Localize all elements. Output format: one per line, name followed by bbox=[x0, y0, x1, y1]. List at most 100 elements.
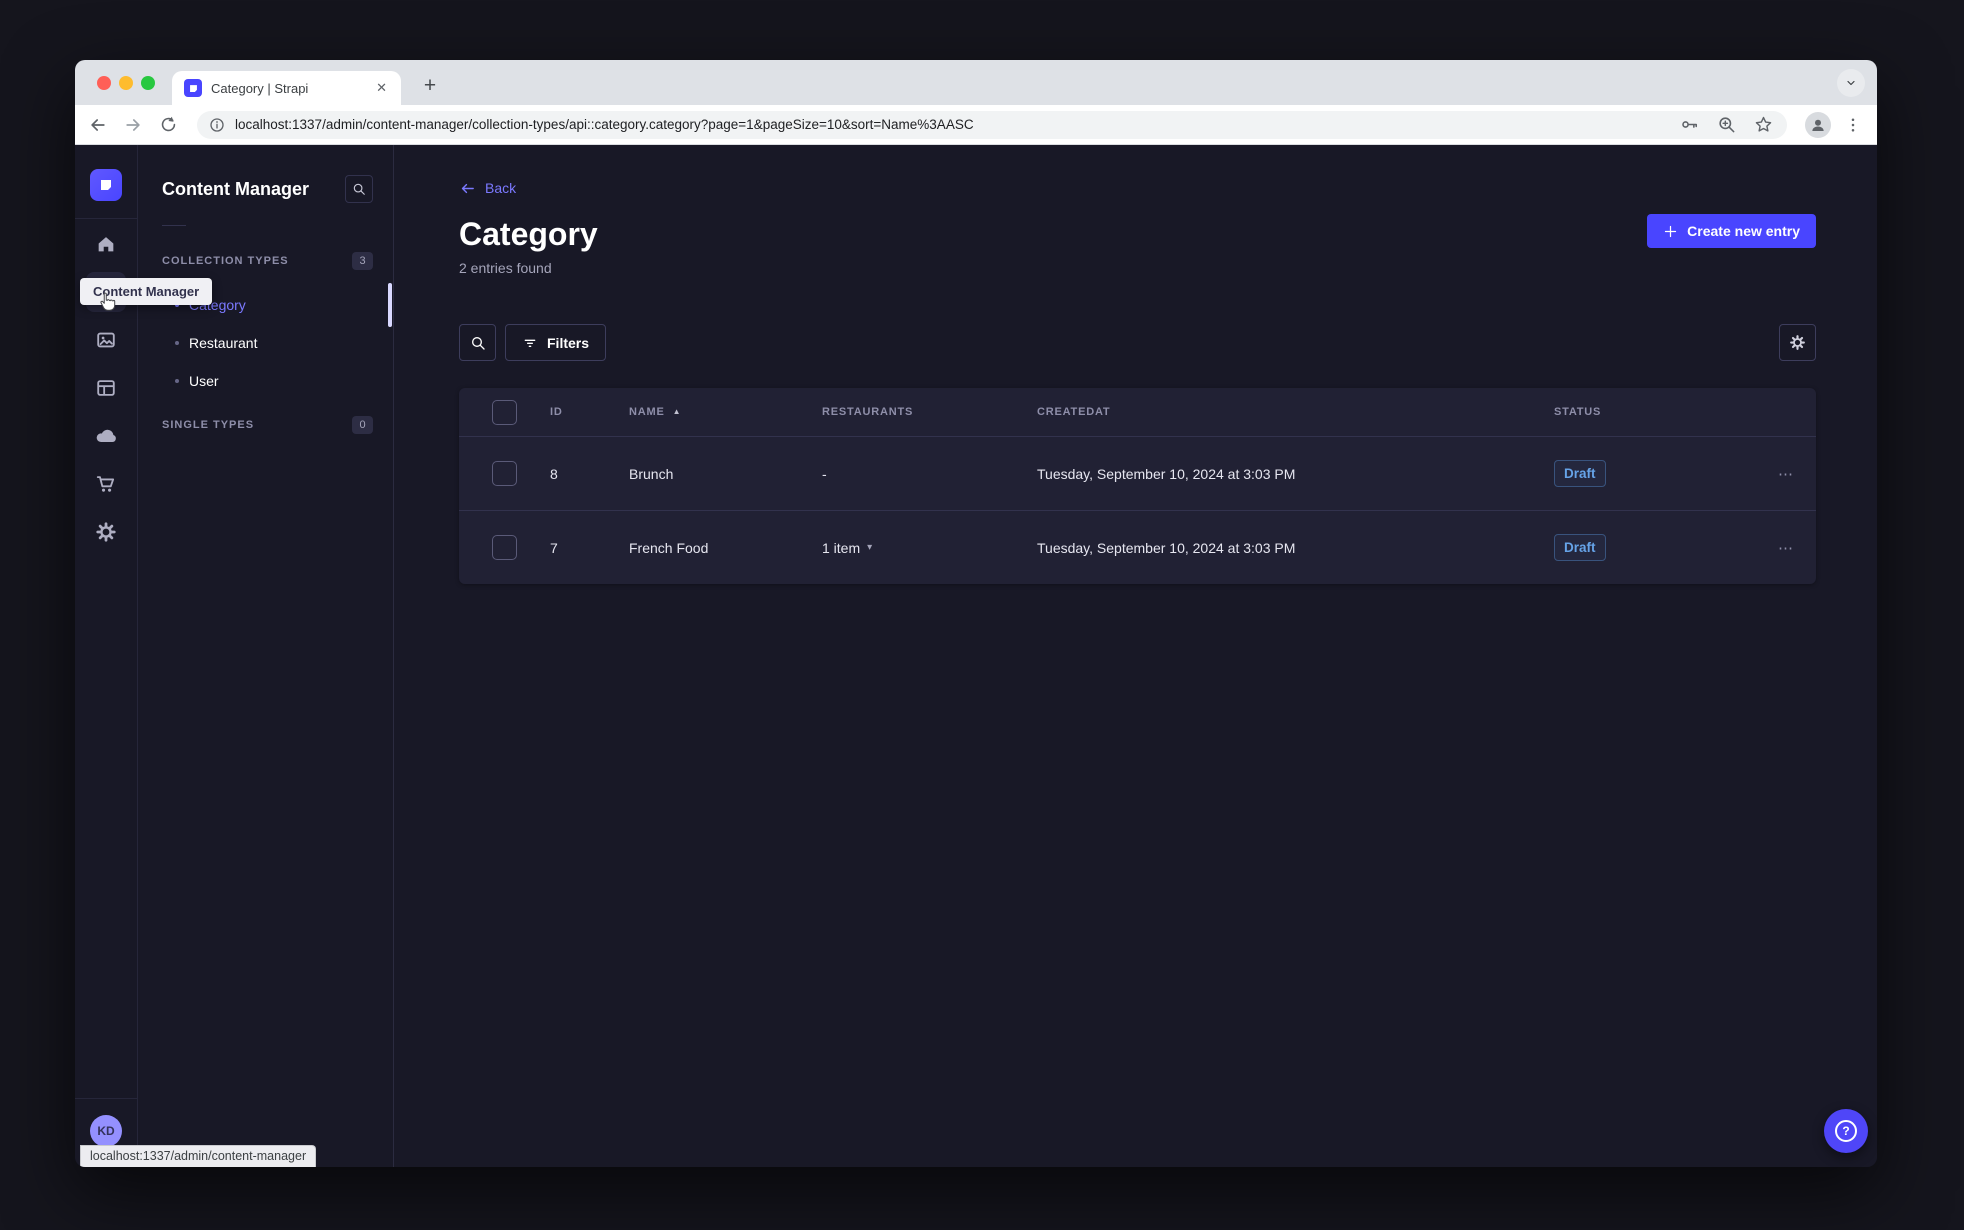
user-avatar[interactable]: KD bbox=[90, 1115, 122, 1147]
browser-tabstrip: Category | Strapi ✕ + bbox=[75, 60, 1877, 105]
browser-tab[interactable]: Category | Strapi ✕ bbox=[172, 71, 401, 105]
status-badge: Draft bbox=[1554, 460, 1606, 487]
sidebar-item-label: User bbox=[189, 373, 219, 389]
gear-icon bbox=[1790, 335, 1805, 350]
collection-types-label: COLLECTION TYPES bbox=[162, 255, 289, 267]
url-text: localhost:1337/admin/content-manager/col… bbox=[235, 117, 974, 132]
browser-forward-button[interactable] bbox=[121, 113, 145, 137]
browser-back-button[interactable] bbox=[86, 113, 110, 137]
nav-marketplace-icon[interactable] bbox=[93, 471, 119, 497]
cell-id: 7 bbox=[550, 539, 558, 556]
tab-search-button[interactable] bbox=[1837, 69, 1865, 97]
cell-name: French Food bbox=[629, 539, 709, 556]
header-id[interactable]: ID bbox=[550, 406, 629, 418]
nav-content-type-builder-icon[interactable] bbox=[93, 375, 119, 401]
tab-close-icon[interactable]: ✕ bbox=[372, 78, 391, 98]
chevron-down-icon bbox=[1847, 80, 1855, 86]
nav-settings-icon[interactable] bbox=[93, 519, 119, 545]
expand-relations-icon[interactable]: ▾ bbox=[867, 542, 872, 553]
strapi-app: KD Content Manager COLLECTION TYPES 3 Ca… bbox=[75, 145, 1877, 1167]
sidebar-item-label: Restaurant bbox=[189, 335, 258, 351]
window-minimize-button[interactable] bbox=[119, 76, 133, 90]
select-all-checkbox[interactable] bbox=[492, 399, 517, 425]
back-label: Back bbox=[485, 180, 517, 196]
strapi-favicon-icon bbox=[184, 79, 202, 97]
sidebar-divider bbox=[162, 225, 186, 226]
search-icon bbox=[471, 336, 485, 350]
table-row[interactable]: 8 Brunch - Tuesday, September 10, 2024 a… bbox=[459, 436, 1816, 510]
passwords-key-icon[interactable] bbox=[1680, 115, 1699, 134]
table-header-row: ID NAME ▲ RESTAURANTS CREATEDAT STATUS bbox=[459, 388, 1816, 436]
header-createdat[interactable]: CREATEDAT bbox=[1037, 406, 1554, 418]
window-close-button[interactable] bbox=[97, 76, 111, 90]
entries-table: ID NAME ▲ RESTAURANTS CREATEDAT STATUS 8 bbox=[459, 388, 1816, 584]
browser-menu-button[interactable] bbox=[1841, 113, 1865, 137]
sidebar-item-restaurant[interactable]: Restaurant bbox=[138, 324, 393, 362]
sidebar-title: Content Manager bbox=[162, 179, 310, 199]
sort-ascending-icon[interactable]: ▲ bbox=[673, 408, 681, 416]
new-tab-button[interactable]: + bbox=[415, 71, 445, 101]
filters-label: Filters bbox=[547, 334, 590, 351]
entries-count: 2 entries found bbox=[459, 260, 552, 276]
status-bar-link-preview: localhost:1337/admin/content-manager bbox=[80, 1145, 317, 1167]
create-new-entry-button[interactable]: Create new entry bbox=[1647, 214, 1816, 248]
search-icon bbox=[353, 183, 365, 195]
person-icon bbox=[1812, 119, 1824, 131]
window-controls bbox=[97, 76, 155, 90]
status-badge: Draft bbox=[1554, 534, 1606, 561]
kebab-menu-icon bbox=[1851, 117, 1855, 132]
row-checkbox[interactable] bbox=[492, 461, 517, 486]
browser-window: Category | Strapi ✕ + localhost:1337/adm… bbox=[75, 60, 1877, 1167]
bullet-icon bbox=[175, 379, 179, 383]
single-types-count-badge: 0 bbox=[352, 416, 373, 434]
page-title: Category bbox=[459, 216, 598, 252]
browser-toolbar: localhost:1337/admin/content-manager/col… bbox=[75, 105, 1877, 145]
plus-icon bbox=[1665, 225, 1677, 237]
row-actions-menu[interactable]: ⋯ bbox=[1778, 539, 1794, 557]
nav-home-icon[interactable] bbox=[93, 231, 119, 257]
list-search-button[interactable] bbox=[459, 324, 496, 361]
filter-icon bbox=[524, 339, 536, 347]
bookmark-star-icon[interactable] bbox=[1754, 115, 1773, 134]
header-name[interactable]: NAME bbox=[629, 406, 665, 418]
filters-button[interactable]: Filters bbox=[505, 324, 607, 361]
address-bar-actions bbox=[1680, 115, 1773, 134]
table-row[interactable]: 7 French Food 1 item ▾ Tuesday, Septembe… bbox=[459, 510, 1816, 584]
sidebar-scrollbar-thumb[interactable] bbox=[388, 283, 392, 327]
header-status[interactable]: STATUS bbox=[1554, 406, 1756, 418]
cell-restaurants: - bbox=[822, 465, 827, 482]
header-restaurants[interactable]: RESTAURANTS bbox=[822, 406, 1037, 418]
cell-id: 8 bbox=[550, 465, 558, 482]
create-button-label: Create new entry bbox=[1687, 223, 1800, 239]
row-actions-menu[interactable]: ⋯ bbox=[1778, 465, 1794, 483]
address-bar[interactable]: localhost:1337/admin/content-manager/col… bbox=[197, 110, 1787, 139]
rail-bottom-divider bbox=[75, 1098, 138, 1099]
tab-title: Category | Strapi bbox=[211, 80, 309, 96]
cell-name: Brunch bbox=[629, 465, 674, 482]
question-mark-icon: ? bbox=[1835, 1120, 1857, 1142]
rail-divider bbox=[75, 218, 138, 219]
help-button[interactable]: ? bbox=[1824, 1109, 1868, 1153]
browser-reload-button[interactable] bbox=[156, 113, 180, 137]
row-checkbox[interactable] bbox=[492, 535, 517, 560]
browser-profile-button[interactable] bbox=[1805, 111, 1831, 138]
cell-createdat: Tuesday, September 10, 2024 at 3:03 PM bbox=[1037, 465, 1296, 482]
page-info-icon[interactable] bbox=[209, 117, 225, 133]
nav-media-library-icon[interactable] bbox=[93, 327, 119, 353]
view-settings-button[interactable] bbox=[1779, 324, 1816, 361]
mouse-cursor bbox=[96, 291, 118, 313]
sidebar-item-user[interactable]: User bbox=[138, 362, 393, 400]
bullet-icon bbox=[175, 341, 179, 345]
zoom-icon[interactable] bbox=[1717, 115, 1736, 134]
cell-createdat: Tuesday, September 10, 2024 at 3:03 PM bbox=[1037, 539, 1296, 556]
arrow-left-icon bbox=[461, 183, 474, 193]
back-link[interactable]: Back bbox=[459, 178, 1816, 198]
strapi-logo[interactable] bbox=[90, 169, 122, 201]
sidebar-search-button[interactable] bbox=[345, 175, 373, 203]
nav-cloud-icon[interactable] bbox=[93, 423, 119, 449]
desktop-background: Category | Strapi ✕ + localhost:1337/adm… bbox=[0, 0, 1964, 1230]
cell-restaurants: 1 item bbox=[822, 539, 861, 556]
category-list-view: Back Category 2 entries found Create new… bbox=[394, 145, 1877, 1167]
single-types-label: SINGLE TYPES bbox=[162, 419, 255, 431]
window-zoom-button[interactable] bbox=[141, 76, 155, 90]
